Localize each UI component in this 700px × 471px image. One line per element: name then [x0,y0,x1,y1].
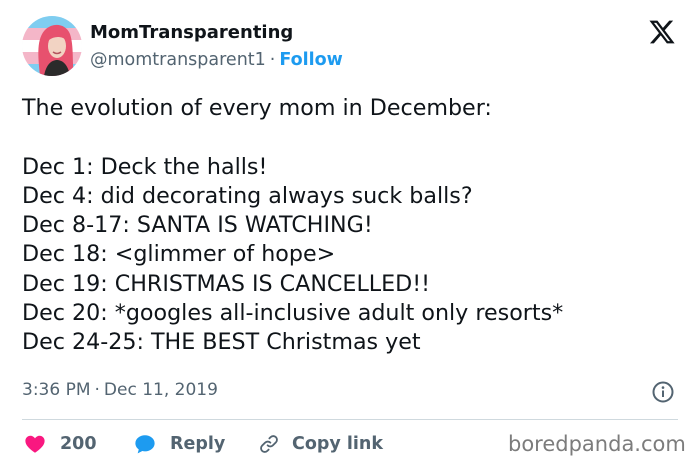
tweet-card: MomTransparenting @momtransparent1 · Follo… [0,0,700,471]
tweet-timestamp[interactable]: 3:36 PM · Dec 11, 2019 [22,380,218,400]
handle-row: @momtransparent1 · Follow [90,50,343,70]
x-logo-icon[interactable] [648,18,676,46]
tweet-header: MomTransparenting @momtransparent1 · Follo… [22,14,678,80]
speech-bubble-icon [134,433,156,455]
tweet-line: Dec 19: CHRISTMAS IS CANCELLED!! [22,270,431,297]
tweet-line: The evolution of every mom in December: [22,95,492,121]
reply-button[interactable]: Reply [134,430,225,458]
like-count: 200 [60,434,97,454]
avatar[interactable] [22,16,82,76]
tweet-line: Dec 20: *googles all-inclusive adult onl… [22,300,564,327]
tweet-line: Dec 24-25: THE BEST Christmas yet [22,329,421,356]
tweet-line [22,123,682,152]
link-icon [258,433,280,455]
copy-link-label: Copy link [292,434,383,454]
avatar-image [22,16,82,76]
tweet-text: The evolution of every mom in December: D… [22,94,682,358]
like-button[interactable]: 200 [24,430,97,458]
tweet-line: Dec 18: <glimmer of hope> [22,241,336,268]
follow-button[interactable]: Follow [279,50,342,70]
user-handle[interactable]: @momtransparent1 [90,50,266,70]
tweet-line: Dec 4: did decorating always suck balls? [22,182,473,209]
separator-dot: · [269,50,276,70]
separator-dot: · [94,380,100,400]
info-icon[interactable] [651,380,675,404]
tweet-date: Dec 11, 2019 [103,380,218,400]
display-name[interactable]: MomTransparenting [90,22,293,43]
tweet-line: Dec 1: Deck the halls! [22,153,268,180]
tweet-time: 3:36 PM [22,380,91,400]
heart-icon [24,433,46,455]
reply-label: Reply [170,434,226,454]
watermark: boredpanda.com [508,432,686,456]
divider [22,419,678,420]
tweet-line: Dec 8-17: SANTA IS WATCHING! [22,212,373,239]
copy-link-button[interactable]: Copy link [258,430,383,458]
